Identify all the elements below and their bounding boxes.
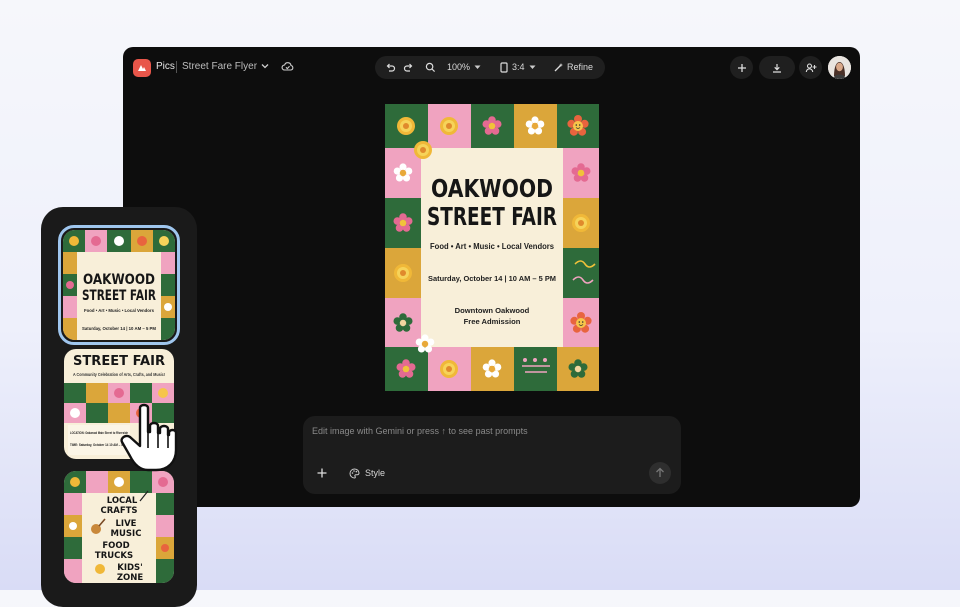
aspect-ratio-value[interactable]: 3:4 bbox=[512, 56, 525, 79]
cloud-sync-icon[interactable] bbox=[281, 61, 294, 72]
title-divider bbox=[176, 61, 177, 73]
zoom-dropdown-icon[interactable] bbox=[474, 65, 481, 70]
poster-title-line2: STREET FAIR bbox=[427, 202, 557, 231]
user-photo-icon bbox=[828, 56, 851, 79]
flyer-canvas[interactable]: OAKWOOD STREET FAIR Food • Art • Music •… bbox=[385, 104, 599, 391]
style-label: Style bbox=[365, 468, 386, 478]
thumb1-title-line2: STREET FAIR bbox=[82, 288, 156, 304]
thumb2-title: STREET FAIR bbox=[73, 354, 165, 369]
thumbnail-1[interactable]: OAKWOOD STREET FAIR Food • Art • Music •… bbox=[63, 230, 175, 340]
chevron-down-icon[interactable] bbox=[261, 62, 269, 70]
prompt-panel: Edit image with Gemini or press ↑ to see… bbox=[303, 416, 681, 494]
poster-date: Saturday, October 14 | 10 AM – 5 PM bbox=[428, 274, 556, 283]
app-logo[interactable] bbox=[133, 59, 151, 77]
add-button[interactable] bbox=[730, 56, 753, 79]
thumb3-line7: KIDS' bbox=[117, 563, 143, 573]
refine-wand-icon bbox=[554, 63, 563, 72]
poster-title-line1: OAKWOOD bbox=[431, 174, 553, 203]
arrow-up-icon bbox=[656, 467, 664, 477]
thumb1-title-line1: OAKWOOD bbox=[83, 272, 155, 288]
aspect-ratio-icon bbox=[500, 62, 508, 73]
refine-button[interactable]: Refine bbox=[567, 56, 593, 79]
plus-icon bbox=[737, 63, 746, 72]
poster-location: Downtown Oakwood bbox=[455, 306, 530, 315]
thumb3-line4: MUSIC bbox=[111, 529, 142, 539]
aspect-dropdown-icon[interactable] bbox=[529, 65, 536, 70]
send-button[interactable] bbox=[649, 462, 671, 484]
share-button[interactable] bbox=[799, 56, 822, 79]
poster-tagline: Food • Art • Music • Local Vendors bbox=[430, 242, 555, 251]
zoom-icon[interactable] bbox=[425, 62, 436, 73]
toolbar-pill: 100% 3:4 Refine bbox=[375, 56, 605, 79]
thumb2-subtitle: A Community Celebration of Arts, Crafts,… bbox=[73, 372, 165, 377]
thumb1-date: Saturday, October 14 | 10 AM – 5 PM bbox=[82, 326, 156, 331]
download-button[interactable] bbox=[759, 56, 795, 79]
prompt-input[interactable]: Edit image with Gemini or press ↑ to see… bbox=[312, 426, 528, 436]
top-bar: Pics Street Fare Flyer 100% 3:4 Refine bbox=[123, 47, 860, 89]
app-name: Pics bbox=[156, 61, 175, 72]
poster-admission: Free Admission bbox=[464, 317, 521, 326]
thumb3-line2: CRAFTS bbox=[100, 506, 137, 516]
download-icon bbox=[773, 63, 781, 73]
thumb1-tagline: Food • Art • Music • Local Vendors bbox=[84, 308, 154, 313]
plus-icon bbox=[317, 468, 327, 478]
zoom-level[interactable]: 100% bbox=[447, 56, 470, 79]
thumb3-line8: ZONE bbox=[117, 573, 144, 583]
thumb3-line3: LIVE bbox=[116, 519, 137, 529]
add-person-icon bbox=[805, 62, 816, 72]
redo-icon[interactable] bbox=[403, 62, 414, 73]
attach-button[interactable] bbox=[311, 462, 333, 484]
thumb3-line5: FOOD bbox=[102, 541, 129, 551]
palette-icon bbox=[349, 468, 360, 479]
thumb3-line6: TRUCKS bbox=[95, 551, 133, 561]
editor-window: Pics Street Fare Flyer 100% 3:4 Refine O… bbox=[123, 47, 860, 507]
document-title[interactable]: Street Fare Flyer bbox=[182, 61, 257, 72]
undo-icon[interactable] bbox=[385, 62, 396, 73]
thumbnail-3[interactable]: LOCAL CRAFTS LIVE MUSIC FOOD TRUCKS KIDS… bbox=[64, 471, 174, 583]
thumb3-line1: LOCAL bbox=[107, 496, 138, 506]
user-avatar[interactable] bbox=[828, 56, 851, 79]
hand-cursor-icon bbox=[120, 403, 178, 472]
